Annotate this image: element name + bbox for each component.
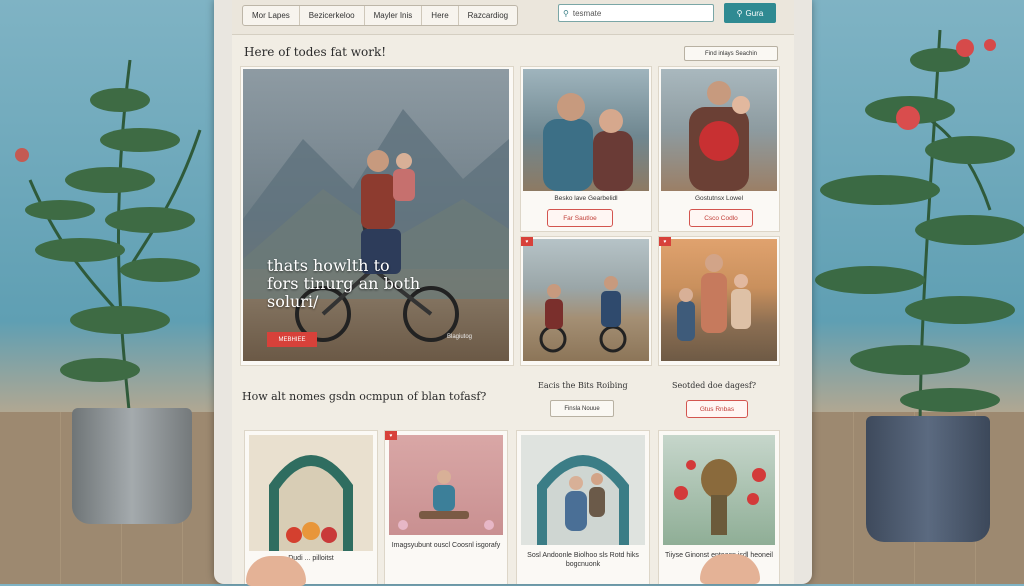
left-pot bbox=[72, 408, 192, 524]
photo-card-2[interactable]: Gostutnsx Lowel Csco Codlo bbox=[658, 66, 780, 232]
card-4-photo bbox=[661, 239, 777, 361]
right-plant bbox=[815, 29, 1024, 441]
card-1-button[interactable]: Far Sautloe bbox=[547, 209, 613, 227]
bottom-card-2[interactable]: ♥ Imagsyubunt ouscl Coosnl isgorafy bbox=[384, 430, 508, 584]
hero-illustration bbox=[243, 109, 509, 342]
top-navigation-bar: Mor Lapes Bezicerkeloo Mayler Inis Here … bbox=[232, 0, 794, 35]
bottom-card-2-caption: Imagsyubunt ouscl Coosnl isgorafy bbox=[391, 542, 501, 549]
section2-button-a[interactable]: Finsla Nouue bbox=[550, 400, 614, 417]
search-button[interactable]: ⚲ Gura bbox=[724, 3, 776, 23]
section2-label-b: Seotded doe dagesf? bbox=[672, 381, 757, 390]
left-plant bbox=[15, 59, 202, 421]
hero-title-line-3: soluri/ bbox=[267, 292, 319, 311]
bottom-card-3-photo bbox=[521, 435, 645, 545]
search-button-icon: ⚲ bbox=[736, 8, 743, 18]
bottom-card-2-photo bbox=[389, 435, 503, 535]
section2-label-a: Eacis the Bits Roibing bbox=[538, 381, 628, 390]
card-4-tag: ♥ bbox=[659, 237, 671, 246]
hero-title-line-2: fors tinurg an both bbox=[267, 274, 421, 293]
web-page: Mor Lapes Bezicerkeloo Mayler Inis Here … bbox=[232, 0, 794, 584]
hero-button[interactable]: MEBHIEE bbox=[267, 332, 317, 347]
bottom-card-3-caption: Sosl Andoonle Biolhoo sls Rotd hiks bogc… bbox=[527, 552, 639, 568]
hero-title-line-1: thats howlth to bbox=[267, 256, 390, 275]
tablet-device: Mor Lapes Bezicerkeloo Mayler Inis Here … bbox=[214, 0, 812, 584]
hero-title: thats howlth to fors tinurg an both solu… bbox=[267, 257, 420, 311]
search-icon: ⚲ bbox=[563, 8, 569, 18]
section-heading: Here of todes fat work! bbox=[244, 45, 387, 59]
nav-tab-1[interactable]: Mor Lapes bbox=[243, 6, 300, 25]
bottom-card-4-photo bbox=[663, 435, 775, 545]
hero-tag: Blagiutog bbox=[447, 334, 473, 340]
card-2-photo bbox=[661, 69, 777, 191]
card-1-caption: Besko lave Gearbelidl bbox=[554, 195, 618, 202]
nav-tabs: Mor Lapes Bezicerkeloo Mayler Inis Here … bbox=[242, 5, 519, 26]
card-2-caption: Gostutnsx Lowel bbox=[694, 195, 744, 202]
photo-card-3[interactable]: ♥ bbox=[520, 236, 652, 366]
photo-card-4[interactable]: ♥ bbox=[658, 236, 780, 366]
nav-tab-4[interactable]: Here bbox=[422, 6, 459, 25]
section2-heading: How alt nomes gsdn ocmpun of blan tofasf… bbox=[242, 390, 487, 403]
hero-photo bbox=[243, 69, 509, 361]
filter-button[interactable]: Find inlays Seachin bbox=[684, 46, 778, 61]
search-button-label: Gura bbox=[745, 8, 764, 18]
bottom-card-1-photo bbox=[249, 435, 373, 551]
nav-tab-5[interactable]: Razcardiog bbox=[459, 6, 517, 25]
section2-button-b[interactable]: Gtus Rnbas bbox=[686, 400, 748, 418]
hero-card[interactable]: thats howlth to fors tinurg an both solu… bbox=[240, 66, 514, 366]
nav-tab-2[interactable]: Bezicerkeloo bbox=[300, 6, 365, 25]
bottom-card-3[interactable]: Sosl Andoonle Biolhoo sls Rotd hiks bogc… bbox=[516, 430, 650, 584]
photo-card-1[interactable]: Besko lave Gearbelidl Far Sautloe bbox=[520, 66, 652, 232]
card-2-button[interactable]: Csco Codlo bbox=[689, 209, 753, 227]
card-3-photo bbox=[523, 239, 649, 361]
search-placeholder: tesmate bbox=[572, 8, 602, 18]
card-1-photo bbox=[523, 69, 649, 191]
right-pot bbox=[866, 416, 990, 542]
bottom-card-2-tag: ♥ bbox=[385, 431, 397, 440]
nav-tab-3[interactable]: Mayler Inis bbox=[365, 6, 423, 25]
card-3-tag: ♥ bbox=[521, 237, 533, 246]
search-input[interactable]: ⚲ tesmate bbox=[558, 4, 714, 22]
